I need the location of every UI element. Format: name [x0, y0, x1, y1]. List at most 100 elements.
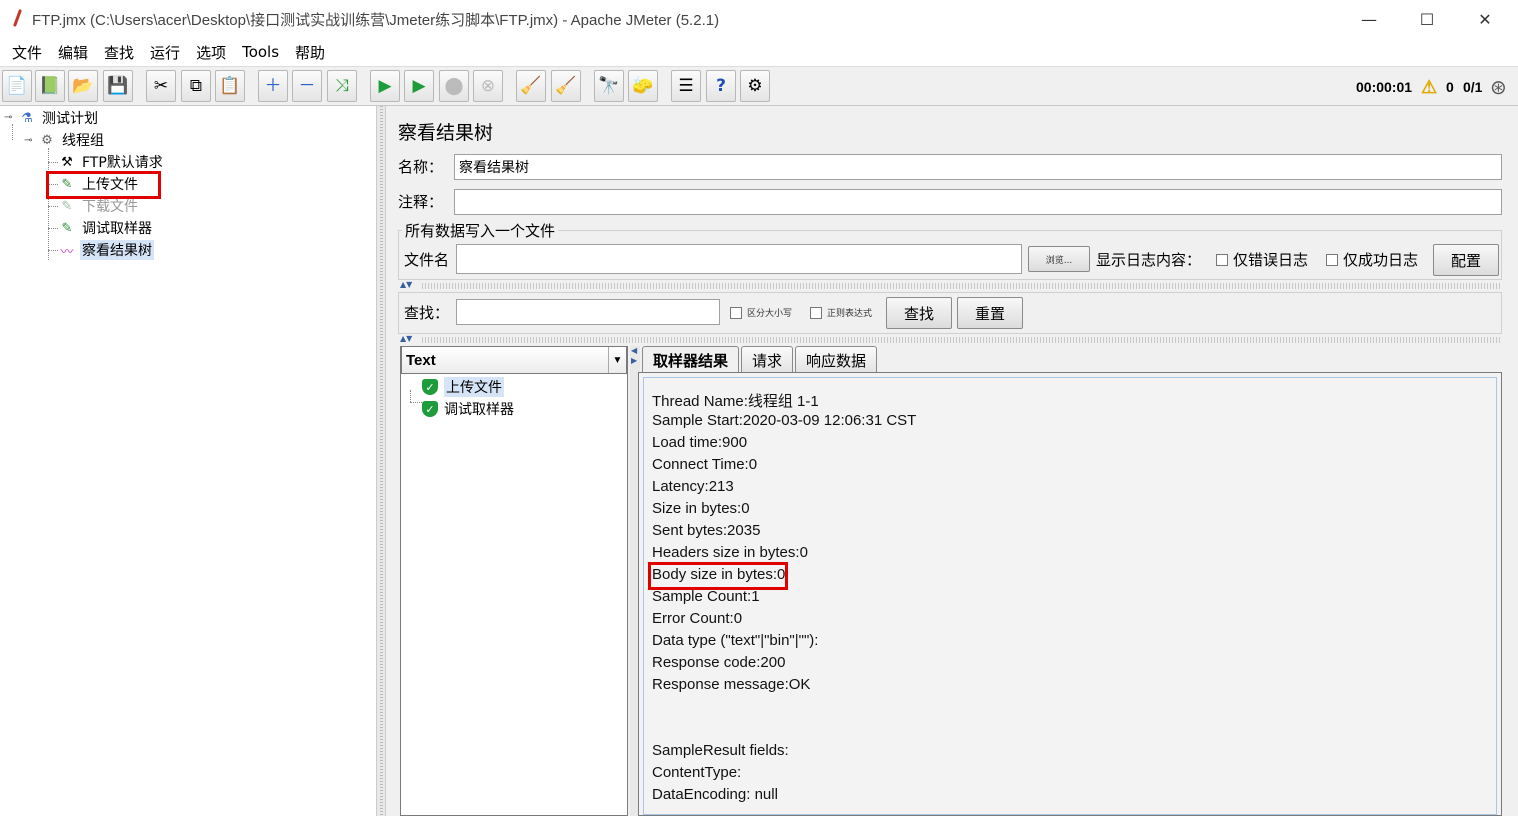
split-arrows-icon[interactable]: ◀ ▶: [631, 346, 637, 366]
minimize-button[interactable]: —: [1340, 0, 1398, 38]
maximize-button[interactable]: ☐: [1398, 0, 1456, 38]
gear-icon: ⚙: [41, 132, 53, 148]
thread-count: 0/1: [1463, 79, 1483, 95]
search-label: 查找：: [404, 304, 450, 322]
result-line: Response message:OK: [652, 676, 811, 693]
tree-node-debug-sampler[interactable]: ✎ 调试取样器: [58, 217, 154, 239]
function-helper-icon[interactable]: ☰: [671, 70, 701, 102]
menu-help[interactable]: 帮助: [287, 42, 333, 63]
window-title: FTP.jmx (C:\Users\acer\Desktop\接口测试实战训练营…: [32, 11, 720, 29]
tree-node-test-plan[interactable]: ⚗ 测试计划: [18, 107, 100, 129]
result-line: Sample Start:2020-03-09 12:06:31 CST: [652, 412, 917, 429]
menu-search[interactable]: 查找: [96, 42, 142, 63]
result-tabs: 取样器结果 请求 响应数据: [642, 346, 879, 374]
menu-edit[interactable]: 编辑: [50, 42, 96, 63]
checkbox-box[interactable]: [1216, 253, 1228, 266]
help-icon[interactable]: ?: [706, 70, 736, 102]
success-shield-icon: ✓: [422, 401, 438, 417]
result-line: Size in bytes:0: [652, 500, 750, 517]
clear-all-icon[interactable]: 🧹: [551, 70, 581, 102]
configure-button[interactable]: 配置: [1433, 244, 1499, 276]
open-icon[interactable]: 📂: [68, 70, 98, 102]
menu-tools[interactable]: Tools: [234, 43, 287, 61]
pipette-icon: ✎: [61, 220, 73, 236]
search-button[interactable]: 查找: [886, 297, 952, 329]
result-line: Load time:900: [652, 434, 748, 451]
templates-icon[interactable]: 📗: [35, 70, 65, 102]
result-line: Headers size in bytes:0: [652, 544, 808, 561]
stop-icon[interactable]: ⬤: [439, 70, 469, 102]
checkbox-box[interactable]: [1326, 253, 1338, 266]
comment-label: 注释：: [398, 193, 444, 211]
tab-request[interactable]: 请求: [741, 346, 794, 374]
case-sensitive-checkbox[interactable]: 区分大小写: [730, 306, 792, 319]
paste-icon[interactable]: 📋: [215, 70, 245, 102]
tree-node-view-results-tree[interactable]: 〰 察看结果树: [58, 239, 154, 261]
cut-icon[interactable]: ✂: [146, 70, 176, 102]
search-icon[interactable]: 🔭: [594, 70, 624, 102]
menu-options[interactable]: 选项: [188, 42, 234, 63]
collapse-icon[interactable]: －: [292, 70, 322, 102]
errors-only-checkbox[interactable]: 仅错误日志: [1216, 249, 1308, 270]
tree-node-ftp-defaults[interactable]: ⚒ FTP默认请求: [58, 151, 165, 173]
tab-sampler-result[interactable]: 取样器结果: [642, 346, 740, 374]
success-shield-icon: ✓: [422, 379, 438, 395]
comment-field[interactable]: [454, 189, 1502, 215]
tab-response-data[interactable]: 响应数据: [795, 346, 878, 374]
splitter-handle[interactable]: [422, 283, 1502, 289]
menu-file[interactable]: 文件: [4, 42, 50, 63]
tree-node-download-file[interactable]: ✎ 下载文件: [58, 195, 140, 217]
result-line: Thread Name:线程组 1-1: [652, 393, 819, 410]
warning-icon[interactable]: ⚠: [1421, 67, 1437, 107]
toggle-icon[interactable]: ⤨: [327, 70, 357, 102]
result-line: Error Count:0: [652, 610, 743, 627]
reset-button[interactable]: 重置: [957, 297, 1023, 329]
save-icon[interactable]: 💾: [103, 70, 133, 102]
wrench-icon: ⚒: [61, 154, 73, 170]
view-results-tree-panel: 察看结果树 名称： 察看结果树 注释： 所有数据写入一个文件 文件名 浏览...…: [386, 106, 1518, 816]
renderer-select[interactable]: Text ▼: [401, 346, 627, 374]
split-arrows-icon[interactable]: ▲▼: [400, 334, 412, 343]
start-icon[interactable]: ▶: [370, 70, 400, 102]
elapsed-time: 00:00:01: [1356, 79, 1413, 95]
checkbox-box[interactable]: [810, 306, 822, 319]
pane-splitter[interactable]: [376, 106, 386, 816]
reset-search-icon[interactable]: 🧽: [628, 70, 658, 102]
filename-field[interactable]: [456, 244, 1022, 274]
collapse-toggle-icon[interactable]: ⊸: [4, 112, 12, 123]
remote-icon[interactable]: ⚙: [740, 70, 770, 102]
regex-checkbox[interactable]: 正则表达式: [810, 306, 872, 319]
sampler-result-text[interactable]: Thread Name:线程组 1-1 Sample Start:2020-03…: [643, 377, 1497, 815]
success-only-checkbox[interactable]: 仅成功日志: [1326, 249, 1418, 270]
copy-icon[interactable]: ⧉: [181, 70, 211, 102]
browse-button[interactable]: 浏览...: [1028, 246, 1090, 272]
splitter-handle[interactable]: [422, 337, 1502, 343]
checkbox-box[interactable]: [730, 306, 742, 319]
start-no-pauses-icon[interactable]: ▶: [404, 70, 434, 102]
result-item[interactable]: ✓ 调试取样器: [422, 398, 514, 420]
new-icon[interactable]: 📄: [2, 70, 32, 102]
filename-label: 文件名: [404, 251, 450, 269]
warning-count: 0: [1446, 79, 1454, 95]
result-line: Sample Count:1: [652, 588, 760, 605]
result-line: ContentType:: [652, 764, 742, 781]
shutdown-icon[interactable]: ⊗: [473, 70, 503, 102]
graph-icon: 〰: [60, 244, 74, 260]
result-line: DataEncoding: null: [652, 786, 778, 803]
status-indicator-icon: ⊛: [1490, 76, 1507, 99]
file-group-title: 所有数据写入一个文件: [402, 220, 559, 241]
close-button[interactable]: ✕: [1456, 0, 1514, 38]
pipette-icon: ✎: [61, 198, 73, 214]
collapse-toggle-icon[interactable]: ⊸: [24, 135, 32, 146]
menu-run[interactable]: 运行: [142, 42, 188, 63]
expand-icon[interactable]: ＋: [258, 70, 288, 102]
menu-bar: 文件 编辑 查找 运行 选项 Tools 帮助: [0, 38, 1518, 66]
result-line: Response code:200: [652, 654, 786, 671]
name-field[interactable]: 察看结果树: [454, 154, 1502, 180]
chevron-down-icon[interactable]: ▼: [608, 347, 626, 373]
split-arrows-icon[interactable]: ▲▼: [400, 280, 412, 289]
jmeter-feather-icon: [8, 8, 26, 30]
clear-icon[interactable]: 🧹: [516, 70, 546, 102]
result-item[interactable]: ✓ 上传文件: [422, 376, 504, 398]
search-input[interactable]: [456, 299, 720, 325]
